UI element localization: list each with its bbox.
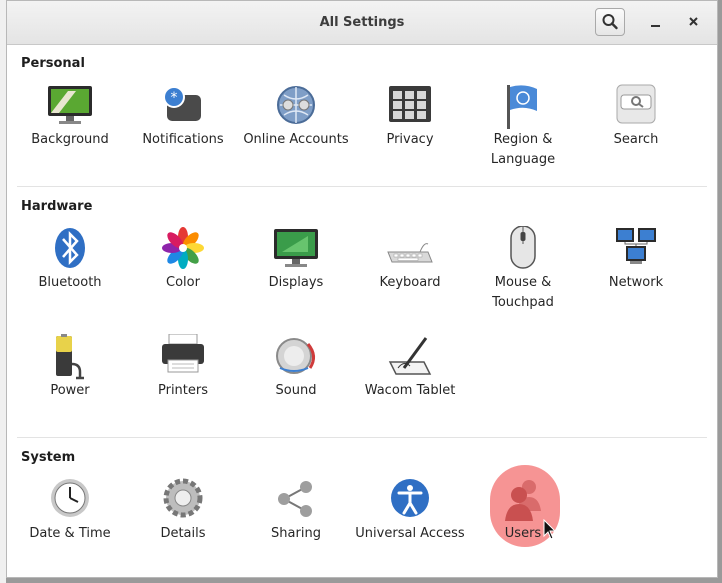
panel-label: Region & Language: [490, 132, 556, 167]
panel-label: Universal Access: [355, 526, 465, 541]
section-title-personal: Personal: [21, 56, 85, 71]
printers-icon: [162, 334, 204, 373]
panel-online-accounts[interactable]: Online Accounts: [241, 83, 351, 181]
users-icon: [505, 480, 541, 521]
panel-label: Background: [31, 132, 109, 147]
panel-universal-access[interactable]: Universal Access: [355, 477, 465, 575]
panel-privacy[interactable]: Privacy: [355, 83, 465, 181]
online-accounts-icon: [277, 86, 315, 124]
mouse-cursor-icon: [543, 519, 557, 540]
panel-wacom-tablet[interactable]: Wacom Tablet: [355, 334, 465, 432]
panel-color[interactable]: Color: [128, 226, 238, 324]
search-settings-icon: [616, 84, 656, 124]
power-icon: [56, 334, 84, 380]
svg-text:*: *: [171, 90, 178, 106]
panel-date-time[interactable]: Date & Time: [15, 477, 125, 575]
panel-label: Bluetooth: [38, 275, 102, 290]
panel-label: Network: [608, 275, 664, 290]
sound-icon: [276, 338, 315, 374]
settings-window: All Settings Personal Background * Notif…: [6, 0, 718, 578]
panel-label: Online Accounts: [243, 132, 349, 147]
section-divider: [17, 186, 707, 187]
color-icon: [162, 227, 204, 269]
panel-background[interactable]: Background: [15, 83, 125, 181]
panel-label: Power: [50, 383, 90, 398]
panel-region-language[interactable]: Region & Language: [468, 83, 578, 181]
panel-details[interactable]: Details: [128, 477, 238, 575]
section-title-system: System: [21, 450, 76, 465]
close-icon: [689, 17, 698, 26]
panel-bluetooth[interactable]: Bluetooth: [15, 226, 125, 324]
details-icon: [163, 478, 203, 518]
panel-label: Displays: [268, 275, 324, 290]
panel-label: Date & Time: [29, 526, 111, 541]
close-button[interactable]: [681, 9, 707, 35]
panel-keyboard[interactable]: Keyboard: [355, 226, 465, 324]
section-title-hardware: Hardware: [21, 199, 93, 214]
panel-label: Users: [504, 526, 542, 541]
panel-label: Wacom Tablet: [364, 383, 456, 398]
panel-displays[interactable]: Displays: [241, 226, 351, 324]
panel-users[interactable]: Users: [468, 477, 578, 575]
notifications-icon: *: [163, 86, 201, 121]
panel-label: Sound: [275, 383, 317, 398]
universal-access-icon: [391, 479, 429, 517]
region-language-icon: [507, 85, 537, 129]
panel-notifications[interactable]: * Notifications: [128, 83, 238, 181]
panel-label: Details: [160, 526, 206, 541]
titlebar: All Settings: [7, 1, 717, 45]
panel-network[interactable]: Network: [581, 226, 691, 324]
minimize-button[interactable]: [643, 9, 669, 35]
panel-label: Color: [166, 275, 200, 290]
panel-sharing[interactable]: Sharing: [241, 477, 351, 575]
minimize-icon: [651, 25, 660, 27]
displays-icon: [274, 229, 318, 267]
panel-label: Keyboard: [379, 275, 441, 290]
panel-power[interactable]: Power: [15, 334, 125, 432]
panel-search[interactable]: Search: [581, 83, 691, 181]
background-icon: [48, 86, 92, 124]
sharing-icon: [278, 481, 312, 517]
panel-label: Privacy: [386, 132, 434, 147]
panel-label: Sharing: [271, 526, 321, 541]
section-divider: [17, 437, 707, 438]
panel-label: Notifications: [142, 132, 224, 147]
panel-printers[interactable]: Printers: [128, 334, 238, 432]
wacom-tablet-icon: [388, 337, 432, 375]
panel-sound[interactable]: Sound: [241, 334, 351, 432]
network-icon: [616, 228, 656, 264]
panel-label: Search: [613, 132, 659, 147]
keyboard-icon: [387, 243, 433, 263]
panel-label: Printers: [157, 383, 209, 398]
date-time-icon: [51, 479, 89, 517]
panel-mouse-touchpad[interactable]: Mouse & Touchpad: [468, 226, 578, 324]
panel-label: Mouse & Touchpad: [492, 275, 554, 310]
privacy-icon: [389, 86, 431, 122]
search-icon: [602, 14, 618, 30]
mouse-touchpad-icon: [510, 226, 536, 269]
search-button[interactable]: [595, 8, 625, 36]
bluetooth-icon: [55, 228, 85, 268]
